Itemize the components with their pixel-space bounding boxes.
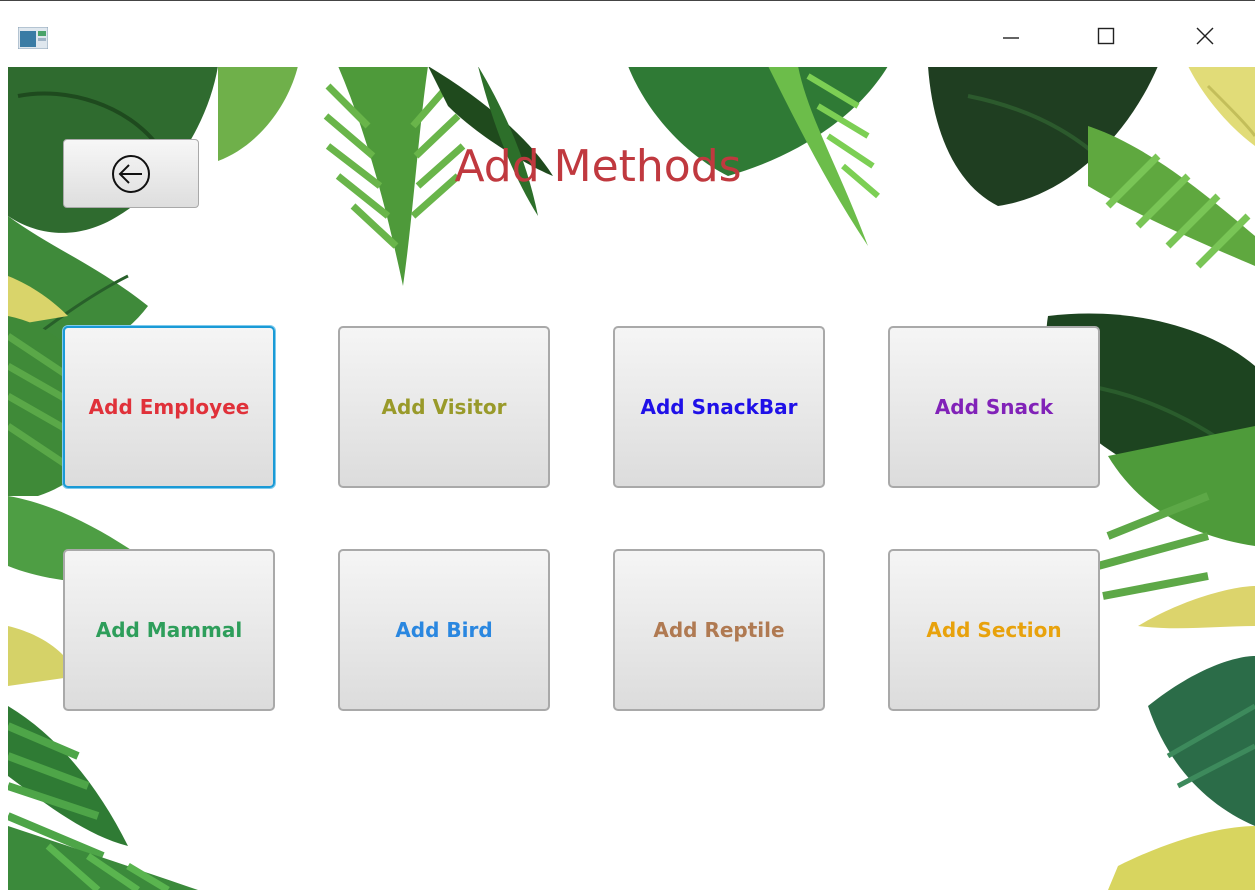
- close-icon: [1196, 27, 1214, 45]
- button-label: Add Bird: [395, 618, 493, 642]
- button-label: Add Section: [926, 618, 1062, 642]
- add-section-button[interactable]: Add Section: [888, 549, 1100, 711]
- add-bird-button[interactable]: Add Bird: [338, 549, 550, 711]
- add-snackbar-button[interactable]: Add SnackBar: [613, 326, 825, 488]
- add-visitor-button[interactable]: Add Visitor: [338, 326, 550, 488]
- leaf-bottom-left: [8, 706, 198, 890]
- close-button[interactable]: [1182, 13, 1228, 59]
- app-window: Add Methods Add Employee Add Visitor Add S…: [0, 0, 1255, 890]
- arrow-left-circle-icon: [112, 154, 150, 193]
- button-label: Add Snack: [934, 395, 1054, 419]
- leaf-bottom-right: [1108, 586, 1255, 890]
- minimize-button[interactable]: [988, 13, 1034, 59]
- add-employee-button[interactable]: Add Employee: [63, 326, 275, 488]
- back-button[interactable]: [63, 139, 199, 208]
- button-label: Add SnackBar: [640, 395, 798, 419]
- add-reptile-button[interactable]: Add Reptile: [613, 549, 825, 711]
- button-label: Add Mammal: [95, 618, 243, 642]
- page-title: Add Methods: [454, 141, 742, 192]
- button-label: Add Reptile: [653, 618, 785, 642]
- add-snack-button[interactable]: Add Snack: [888, 326, 1100, 488]
- main-content: Add Methods Add Employee Add Visitor Add S…: [8, 66, 1255, 890]
- button-label: Add Employee: [88, 395, 250, 419]
- add-mammal-button[interactable]: Add Mammal: [63, 549, 275, 711]
- minimize-icon: [1003, 37, 1019, 39]
- app-window-icon: [18, 27, 48, 49]
- maximize-icon: [1097, 27, 1115, 45]
- button-label: Add Visitor: [381, 395, 507, 419]
- leaf-top-left: [8, 66, 298, 359]
- maximize-button[interactable]: [1083, 13, 1129, 59]
- title-bar: [0, 0, 1255, 67]
